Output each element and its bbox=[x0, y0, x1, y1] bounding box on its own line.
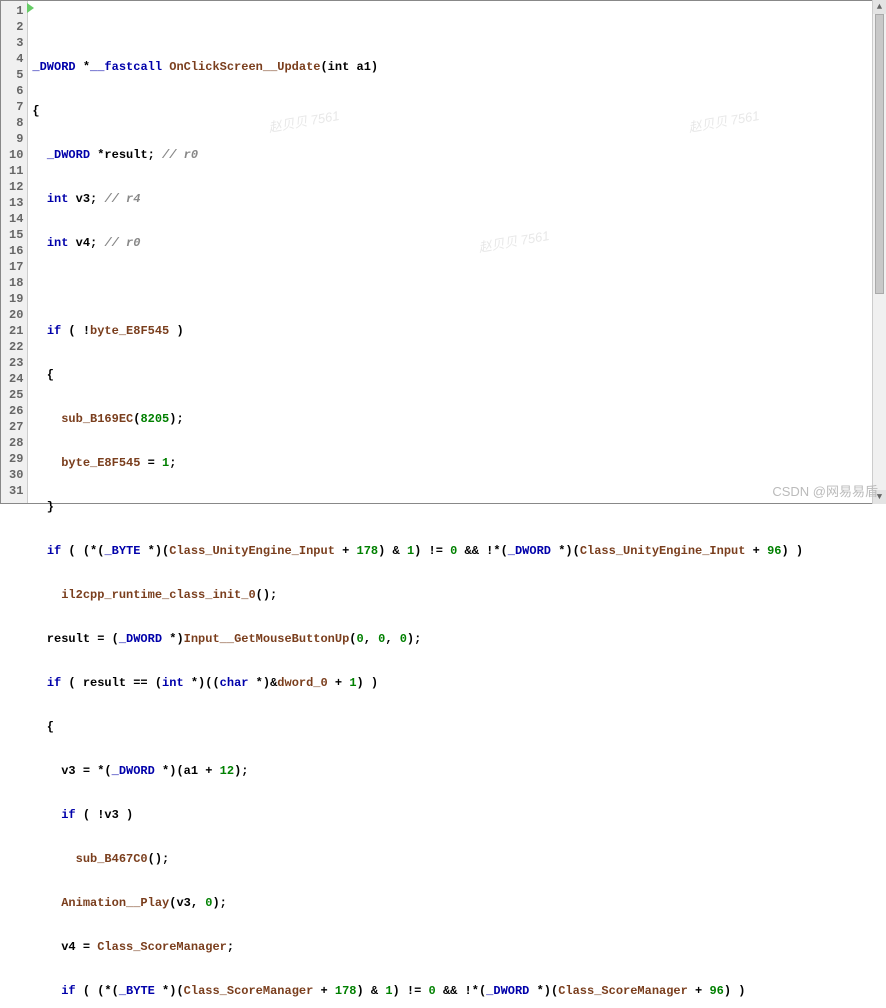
line-number: 2 bbox=[9, 19, 23, 35]
line-number: 20 bbox=[9, 307, 23, 323]
code-line: sub_B169EC(8205); bbox=[28, 411, 885, 427]
line-number: 12 bbox=[9, 179, 23, 195]
line-number: 13 bbox=[9, 195, 23, 211]
line-number: 19 bbox=[9, 291, 23, 307]
line-number: 23 bbox=[9, 355, 23, 371]
vertical-scrollbar[interactable]: ▲ ▼ bbox=[872, 0, 886, 504]
code-area[interactable]: _DWORD *__fastcall OnClickScreen__Update… bbox=[28, 1, 885, 503]
code-line: Animation__Play(v3, 0); bbox=[28, 895, 885, 911]
current-line-arrow bbox=[27, 3, 34, 13]
code-line: if ( !v3 ) bbox=[28, 807, 885, 823]
code-line: int v4; // r0 bbox=[28, 235, 885, 251]
code-line: _DWORD *result; // r0 bbox=[28, 147, 885, 163]
line-gutter: 1234567891011121314151617181920212223242… bbox=[1, 1, 28, 503]
line-number: 25 bbox=[9, 387, 23, 403]
line-number: 22 bbox=[9, 339, 23, 355]
code-line: { bbox=[28, 103, 885, 119]
code-line: { bbox=[28, 719, 885, 735]
code-line: il2cpp_runtime_class_init_0(); bbox=[28, 587, 885, 603]
line-number: 6 bbox=[9, 83, 23, 99]
line-number: 16 bbox=[9, 243, 23, 259]
line-number: 31 bbox=[9, 483, 23, 499]
code-line: sub_B467C0(); bbox=[28, 851, 885, 867]
line-number: 5 bbox=[9, 67, 23, 83]
line-number: 14 bbox=[9, 211, 23, 227]
line-number: 10 bbox=[9, 147, 23, 163]
code-line: if ( (*(_BYTE *)(Class_UnityEngine_Input… bbox=[28, 543, 885, 559]
line-number: 18 bbox=[9, 275, 23, 291]
code-line: result = (_DWORD *)Input__GetMouseButton… bbox=[28, 631, 885, 647]
line-number: 30 bbox=[9, 467, 23, 483]
line-number: 4 bbox=[9, 51, 23, 67]
code-line: v4 = Class_ScoreManager; bbox=[28, 939, 885, 955]
scroll-up-icon[interactable]: ▲ bbox=[873, 0, 886, 14]
line-number: 26 bbox=[9, 403, 23, 419]
code-line: int v3; // r4 bbox=[28, 191, 885, 207]
footer-credit: CSDN @网易易盾 bbox=[772, 481, 878, 500]
line-number: 15 bbox=[9, 227, 23, 243]
code-editor: 1234567891011121314151617181920212223242… bbox=[0, 0, 886, 504]
code-line: if ( !byte_E8F545 ) bbox=[28, 323, 885, 339]
code-line bbox=[28, 279, 885, 295]
line-number: 7 bbox=[9, 99, 23, 115]
code-line: v3 = *(_DWORD *)(a1 + 12); bbox=[28, 763, 885, 779]
code-line: if ( result == (int *)((char *)&dword_0 … bbox=[28, 675, 885, 691]
line-number: 27 bbox=[9, 419, 23, 435]
line-number: 28 bbox=[9, 435, 23, 451]
line-number: 8 bbox=[9, 115, 23, 131]
line-number: 17 bbox=[9, 259, 23, 275]
code-line: { bbox=[28, 367, 885, 383]
line-number: 1 bbox=[9, 3, 23, 19]
line-number: 29 bbox=[9, 451, 23, 467]
code-line: } bbox=[28, 499, 885, 515]
line-number: 21 bbox=[9, 323, 23, 339]
code-line: _DWORD *__fastcall OnClickScreen__Update… bbox=[28, 59, 885, 75]
code-line: byte_E8F545 = 1; bbox=[28, 455, 885, 471]
line-number: 3 bbox=[9, 35, 23, 51]
scrollbar-thumb[interactable] bbox=[875, 14, 884, 294]
line-number: 9 bbox=[9, 131, 23, 147]
code-line: if ( (*(_BYTE *)(Class_ScoreManager + 17… bbox=[28, 983, 885, 999]
line-number: 24 bbox=[9, 371, 23, 387]
line-number: 11 bbox=[9, 163, 23, 179]
